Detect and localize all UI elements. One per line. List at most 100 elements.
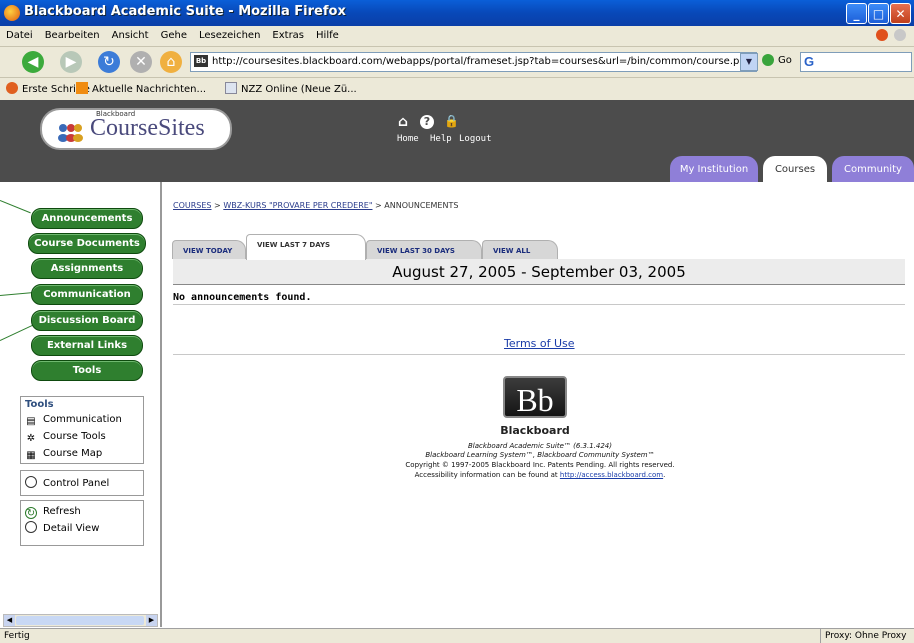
terms-of-use-link[interactable]: Terms of Use <box>504 337 575 350</box>
maximize-button[interactable]: □ <box>868 3 889 24</box>
tab-my-institution[interactable]: My Institution <box>670 156 758 182</box>
assignments-button[interactable]: Assignments <box>31 258 143 279</box>
announcements-button[interactable]: Announcements <box>31 208 143 229</box>
menu-bar: Datei Bearbeiten Ansicht Gehe Lesezeichen Ext… <box>0 26 914 47</box>
tools-course-tools-link[interactable]: ✲ Course Tools <box>21 429 143 446</box>
search-input[interactable]: G <box>800 52 912 72</box>
tab-view-today[interactable]: VIEW TODAY <box>172 240 246 259</box>
logout-link[interactable]: Logout <box>459 134 492 144</box>
back-icon[interactable]: ◀ <box>22 51 44 73</box>
discussion-board-button[interactable]: Discussion Board <box>31 310 143 331</box>
control-panel-link[interactable]: Control Panel <box>21 471 143 492</box>
no-announcements-message: No announcements found. <box>173 292 312 303</box>
menu-datei[interactable]: Datei <box>0 26 39 46</box>
home-link[interactable]: Home <box>397 134 419 144</box>
coursesites-logo[interactable]: Blackboard CourseSites <box>40 108 232 150</box>
brand-name: CourseSites <box>90 115 205 141</box>
tab-courses[interactable]: Courses <box>763 156 827 182</box>
lock-icon[interactable]: 🔒 <box>444 114 459 128</box>
go-icon <box>762 54 774 66</box>
menu-extras[interactable]: Extras <box>266 26 310 46</box>
blackboard-wordmark: Blackboard <box>500 424 570 437</box>
divider <box>173 304 905 305</box>
course-menu-frame: Announcements Course Documents Assignmen… <box>0 182 162 627</box>
divider <box>173 354 905 355</box>
external-links-button[interactable]: External Links <box>31 335 143 356</box>
breadcrumb-courses[interactable]: COURSES <box>173 201 212 210</box>
communication-button[interactable]: Communication <box>31 284 143 305</box>
go-button[interactable]: Go <box>762 53 792 69</box>
minimize-button[interactable]: _ <box>846 3 867 24</box>
window-title: Blackboard Academic Suite - Mozilla Fire… <box>24 4 346 19</box>
stop-icon[interactable]: ✕ <box>130 51 152 73</box>
home-icon[interactable]: ⌂ <box>398 114 408 130</box>
blackboard-logo: Bb <box>503 376 567 418</box>
menu-lesezeichen[interactable]: Lesezeichen <box>193 26 266 46</box>
rss-icon <box>76 82 88 94</box>
connector-line <box>0 292 34 296</box>
tools-panel: Tools ▤ Communication ✲ Course Tools ▦ Cour… <box>20 396 144 464</box>
connector-line <box>0 200 31 214</box>
menu-gehe[interactable]: Gehe <box>155 26 193 46</box>
control-panel-box[interactable]: Control Panel <box>20 470 144 496</box>
accessibility-link[interactable]: http://access.blackboard.com <box>560 471 663 479</box>
site-favicon: Bb <box>194 55 208 67</box>
link-label: Detail View <box>43 523 100 534</box>
breadcrumb-current: ANNOUNCEMENTS <box>384 201 459 210</box>
tab-community[interactable]: Community <box>832 156 914 182</box>
breadcrumb-course[interactable]: WBZ-KURS "PROVARE PER CREDERE" <box>223 201 372 210</box>
detail-view-link[interactable]: Detail View <box>21 520 143 537</box>
chevron-down-icon[interactable]: ▼ <box>740 53 758 71</box>
help-icon[interactable]: ? <box>420 115 434 129</box>
scroll-left-icon[interactable]: ◀ <box>4 615 15 626</box>
go-label: Go <box>778 55 792 66</box>
tools-heading: Tools <box>25 399 54 410</box>
close-button[interactable]: ✕ <box>890 3 911 24</box>
tab-view-last-7-days[interactable]: VIEW LAST 7 DAYS <box>246 234 366 260</box>
navigation-toolbar: ◀ ▶ ↻ ✕ ⌂ Bb http://coursesites.blackboar… <box>0 47 914 78</box>
firefox-bookmark-icon <box>6 82 18 94</box>
tab-view-all[interactable]: VIEW ALL <box>482 240 558 259</box>
bookmark-nzz-online[interactable]: NZZ Online (Neue Zü... <box>225 82 357 97</box>
scroll-right-icon[interactable]: ▶ <box>146 615 157 626</box>
url-text: http://coursesites.blackboard.com/webapp… <box>212 56 756 67</box>
firefox-icon <box>4 5 20 21</box>
divider <box>173 284 905 285</box>
reload-icon[interactable]: ↻ <box>98 51 120 73</box>
people-icon <box>58 124 83 142</box>
course-documents-button[interactable]: Course Documents <box>28 233 146 254</box>
link-label: Course Tools <box>43 431 106 442</box>
coursesites-header: Blackboard CourseSites ⌂ ? 🔒 Home Help L… <box>0 100 914 182</box>
bookmarks-toolbar: Erste Schritte Aktuelle Nachrichten... N… <box>0 78 914 101</box>
period: . <box>663 471 666 479</box>
footer-products: Blackboard Learning System™, Blackboard … <box>425 451 655 459</box>
horizontal-scrollbar[interactable]: ◀ ▶ <box>3 614 158 627</box>
scrollbar-thumb[interactable] <box>16 616 144 625</box>
activity-icon <box>894 29 906 41</box>
date-range: August 27, 2005 - September 03, 2005 <box>173 259 905 284</box>
page-icon <box>225 82 237 94</box>
menu-ansicht[interactable]: Ansicht <box>106 26 155 46</box>
link-label: Course Map <box>43 448 103 459</box>
home-icon[interactable]: ⌂ <box>160 51 182 73</box>
refresh-link[interactable]: ↻ Refresh <box>21 501 143 520</box>
link-label: Refresh <box>43 506 81 517</box>
url-bar[interactable]: Bb http://coursesites.blackboard.com/weba… <box>190 52 757 72</box>
menu-bearbeiten[interactable]: Bearbeiten <box>39 26 106 46</box>
map-icon: ▦ <box>26 450 36 461</box>
breadcrumb: COURSES > WBZ-KURS "PROVARE PER CREDERE"… <box>173 201 458 210</box>
refresh-icon: ↻ <box>25 507 37 519</box>
proxy-status: Proxy: Ohne Proxy <box>820 629 906 643</box>
link-label: Control Panel <box>43 478 110 489</box>
tools-button[interactable]: Tools <box>31 360 143 381</box>
help-link[interactable]: Help <box>430 134 452 144</box>
connector-line <box>0 323 35 341</box>
breadcrumb-separator: > <box>211 201 224 210</box>
tab-view-last-30-days[interactable]: VIEW LAST 30 DAYS <box>366 240 482 259</box>
menu-hilfe[interactable]: Hilfe <box>310 26 345 46</box>
bookmark-aktuelle-nachrichten[interactable]: Aktuelle Nachrichten... <box>76 82 206 97</box>
tools-course-map-link[interactable]: ▦ Course Map <box>21 446 143 463</box>
tools-communication-link[interactable]: ▤ Communication <box>21 412 143 429</box>
breadcrumb-separator: > <box>372 201 385 210</box>
forward-icon[interactable]: ▶ <box>60 51 82 73</box>
